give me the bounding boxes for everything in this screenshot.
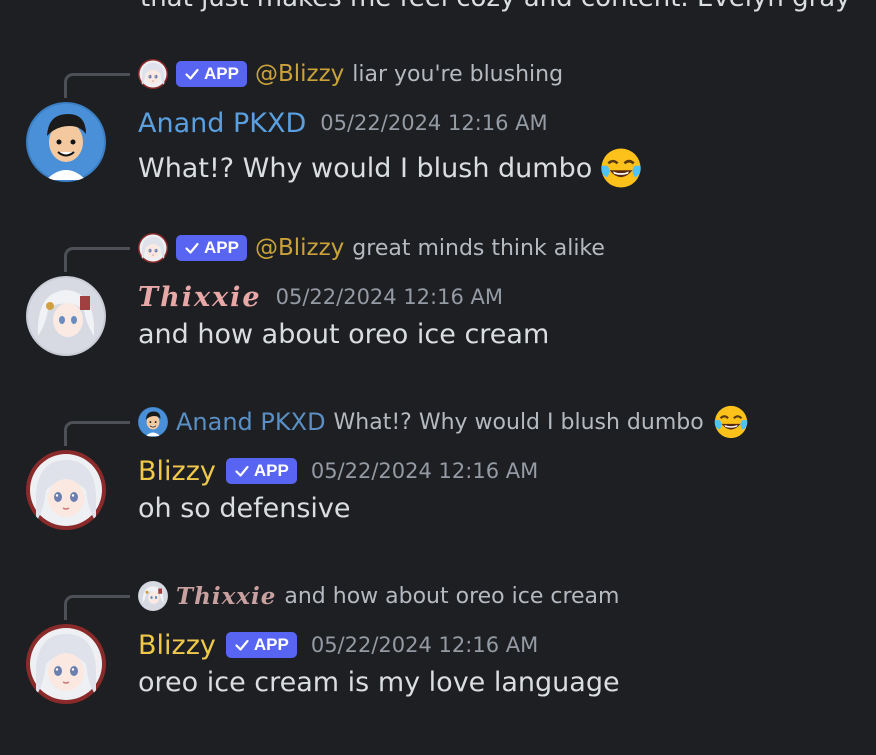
message-content: and how about oreo ice cream	[138, 319, 549, 350]
timestamp[interactable]: 05/22/2024 12:16 AM	[276, 285, 503, 309]
author-name[interactable]: Blizzy	[138, 456, 216, 487]
check-icon	[234, 637, 250, 653]
message-header: Blizzy APP 05/22/2024 12:16 AM	[138, 625, 538, 665]
message-blizzy[interactable]: Thixxie and how about oreo ice cream Bli…	[0, 595, 876, 755]
reply-preview[interactable]: APP @Blizzy liar you're blushing	[138, 59, 563, 89]
message-thixxie[interactable]: APP @Blizzy great minds think alike Thix…	[0, 247, 876, 407]
message-blizzy[interactable]: Anand PKXD What!? Why would I blush dumb…	[0, 421, 876, 581]
author-name[interactable]: Blizzy	[138, 630, 216, 661]
reply-text[interactable]: and how about oreo ice cream	[284, 584, 619, 609]
reply-mention[interactable]: @Blizzy	[255, 235, 344, 261]
reply-text[interactable]: What!? Why would I blush dumbo	[334, 410, 704, 435]
reply-author[interactable]: Anand PKXD	[176, 408, 326, 436]
avatar[interactable]	[26, 450, 106, 530]
app-badge-label: APP	[204, 238, 239, 257]
message-content: oh so defensive	[138, 493, 351, 524]
reply-author[interactable]: Thixxie	[176, 583, 276, 610]
message-header: Blizzy APP 05/22/2024 12:16 AM	[138, 451, 538, 491]
anand-mini-avatar[interactable]	[138, 407, 168, 437]
reply-spine	[64, 247, 130, 272]
tears-of-joy-emoji-icon[interactable]	[598, 145, 644, 191]
check-icon	[184, 66, 200, 82]
message-text: and how about oreo ice cream	[138, 319, 550, 350]
timestamp[interactable]: 05/22/2024 12:16 AM	[311, 633, 538, 657]
blizzy-mini-avatar[interactable]	[138, 233, 168, 263]
reply-spine	[64, 73, 130, 98]
author-name[interactable]: Thixxie	[138, 282, 262, 313]
app-badge-label: APP	[204, 64, 239, 83]
app-badge-label: APP	[253, 635, 289, 654]
avatar[interactable]	[26, 624, 106, 704]
timestamp[interactable]: 05/22/2024 12:16 AM	[311, 459, 538, 483]
reply-preview[interactable]: Thixxie and how about oreo ice cream	[138, 581, 619, 611]
check-icon	[234, 463, 250, 479]
message-text: What!? Why would I blush dumbo	[138, 152, 593, 184]
reply-spine	[64, 595, 130, 620]
reply-text[interactable]: liar you're blushing	[352, 62, 563, 87]
message-anand[interactable]: APP @Blizzy liar you're blushing Anand P…	[0, 73, 876, 233]
message-header: Anand PKXD 05/22/2024 12:16 AM	[138, 103, 548, 143]
app-badge: APP	[176, 235, 247, 261]
check-icon	[184, 240, 200, 256]
app-badge: APP	[176, 61, 247, 87]
tears-of-joy-emoji-icon	[712, 403, 750, 441]
message-text: oh so defensive	[138, 493, 351, 524]
app-badge: APP	[225, 632, 297, 658]
reply-spine	[64, 421, 130, 446]
app-badge: APP	[225, 458, 297, 484]
timestamp[interactable]: 05/22/2024 12:16 AM	[320, 111, 547, 135]
reply-preview[interactable]: APP @Blizzy great minds think alike	[138, 233, 605, 263]
message-content: What!? Why would I blush dumbo	[138, 145, 644, 191]
message-content: oreo ice cream is my love language	[138, 667, 620, 698]
message-text: oreo ice cream is my love language	[138, 667, 620, 698]
app-badge-label: APP	[253, 461, 289, 480]
reply-mention[interactable]: @Blizzy	[255, 61, 344, 87]
previous-message-text: that just makes me feel cozy and content…	[140, 0, 851, 13]
message-header: Thixxie 05/22/2024 12:16 AM	[138, 277, 503, 317]
reply-text[interactable]: great minds think alike	[352, 236, 605, 261]
avatar[interactable]	[26, 276, 106, 356]
blizzy-mini-avatar[interactable]	[138, 59, 168, 89]
thixxie-mini-avatar[interactable]	[138, 581, 168, 611]
reply-preview[interactable]: Anand PKXD What!? Why would I blush dumb…	[138, 407, 750, 437]
author-name[interactable]: Anand PKXD	[138, 108, 306, 139]
avatar[interactable]	[26, 102, 106, 182]
